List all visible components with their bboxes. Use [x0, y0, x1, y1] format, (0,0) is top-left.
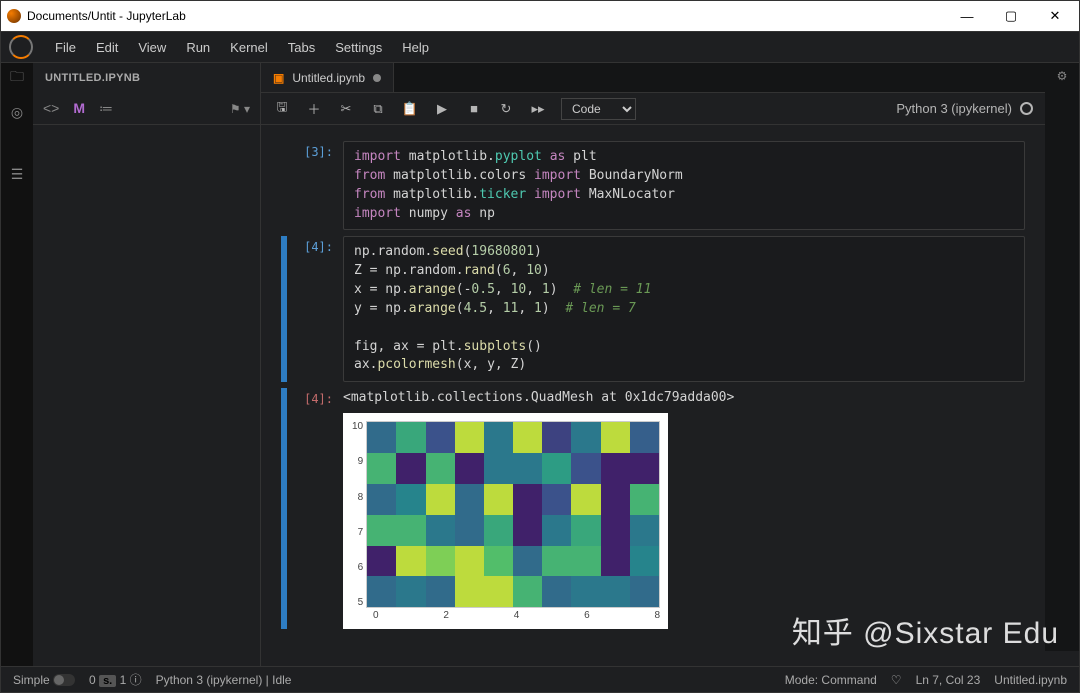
- plot-y-ticks: 1098765: [349, 421, 366, 608]
- menu-view[interactable]: View: [130, 36, 174, 59]
- property-inspector-icon[interactable]: ⚙: [1057, 69, 1068, 83]
- file-browser-panel: UNTITLED.IPYNB <> M ≔ ⚑ ▾: [33, 63, 261, 666]
- os-titlebar: Documents/Untit - JupyterLab — ▢ ✕: [1, 1, 1079, 31]
- copy-button[interactable]: ⧉: [369, 101, 387, 117]
- toc-icon[interactable]: ☰: [8, 165, 26, 183]
- status-mode: Mode: Command: [785, 673, 877, 687]
- output-text: <matplotlib.collections.QuadMesh at 0x1d…: [343, 388, 1025, 407]
- notebook-toolbar: 🖫 ＋ ✂ ⧉ 📋 ▶ ■ ↻ ▸▸ Code Pyth: [261, 93, 1045, 125]
- run-button[interactable]: ▶: [433, 101, 451, 117]
- dirty-indicator-icon: [373, 74, 381, 82]
- status-bar: Simple 0 s. 1 ⓘ Python 3 (ipykernel) | I…: [1, 666, 1079, 692]
- input-prompt: [4]:: [293, 236, 343, 382]
- kernel-name-label[interactable]: Python 3 (ipykernel): [896, 101, 1012, 116]
- window-title: Documents/Untit - JupyterLab: [27, 9, 186, 23]
- heatmap-plot: 1098765 02468: [343, 413, 668, 629]
- menu-file[interactable]: File: [47, 36, 84, 59]
- insert-cell-button[interactable]: ＋: [305, 99, 323, 118]
- output-prompt: [4]:: [293, 388, 343, 629]
- output-cell: [4]: <matplotlib.collections.QuadMesh at…: [281, 388, 1025, 629]
- code-cell[interactable]: [3]: import matplotlib.pyplot as plt fro…: [281, 141, 1025, 230]
- menu-help[interactable]: Help: [394, 36, 437, 59]
- menubar: File Edit View Run Kernel Tabs Settings …: [1, 31, 1079, 63]
- plot-heatmap-grid: [366, 421, 660, 608]
- status-kernel[interactable]: Python 3 (ipykernel) | Idle: [156, 673, 292, 687]
- kernel-status-icon[interactable]: [1020, 102, 1033, 115]
- cell-type-select[interactable]: Code: [561, 98, 636, 120]
- file-tab-label[interactable]: UNTITLED.IPYNB: [33, 63, 260, 93]
- jupyter-app-icon: [7, 9, 21, 23]
- trusted-icon[interactable]: ♡: [891, 673, 902, 687]
- tag-icon[interactable]: ⚑ ▾: [230, 102, 250, 116]
- jupyter-logo-icon: [9, 35, 33, 59]
- status-errors[interactable]: 0 s. 1 ⓘ: [89, 671, 142, 688]
- list-icon[interactable]: ≔: [99, 100, 113, 117]
- tab-untitled[interactable]: ▣ Untitled.ipynb: [261, 63, 394, 92]
- window-minimize-button[interactable]: —: [945, 2, 989, 30]
- menu-kernel[interactable]: Kernel: [222, 36, 276, 59]
- window-close-button[interactable]: ✕: [1033, 2, 1077, 30]
- menu-settings[interactable]: Settings: [327, 36, 390, 59]
- notebook-file-icon: ▣: [273, 71, 284, 85]
- code-editor[interactable]: np.random.seed(19680801) Z = np.random.r…: [354, 243, 1014, 375]
- tab-label: Untitled.ipynb: [292, 71, 365, 85]
- activity-bar: 🗀 ◎ ☰: [1, 63, 33, 666]
- status-filename[interactable]: Untitled.ipynb: [994, 673, 1067, 687]
- code-cell[interactable]: [4]: np.random.seed(19680801) Z = np.ran…: [281, 236, 1025, 382]
- code-icon[interactable]: <>: [43, 100, 59, 117]
- menu-edit[interactable]: Edit: [88, 36, 126, 59]
- window-maximize-button[interactable]: ▢: [989, 2, 1033, 30]
- cut-button[interactable]: ✂: [337, 101, 355, 117]
- input-prompt: [3]:: [293, 141, 343, 230]
- save-button[interactable]: 🖫: [273, 98, 291, 120]
- run-all-button[interactable]: ▸▸: [529, 101, 547, 117]
- running-icon[interactable]: ◎: [8, 103, 26, 121]
- code-editor[interactable]: import matplotlib.pyplot as plt from mat…: [354, 148, 1014, 223]
- stop-button[interactable]: ■: [465, 101, 483, 116]
- plot-x-ticks: 02468: [349, 608, 660, 621]
- folder-icon[interactable]: 🗀: [8, 69, 26, 87]
- menu-tabs[interactable]: Tabs: [280, 36, 323, 59]
- status-cursor: Ln 7, Col 23: [916, 673, 981, 687]
- markdown-icon[interactable]: M: [73, 100, 85, 117]
- notebook-body[interactable]: [3]: import matplotlib.pyplot as plt fro…: [261, 125, 1045, 651]
- right-sidebar: ⚙: [1045, 63, 1079, 651]
- restart-button[interactable]: ↻: [497, 101, 515, 117]
- menu-run[interactable]: Run: [178, 36, 218, 59]
- document-tabs: ▣ Untitled.ipynb: [261, 63, 1045, 93]
- paste-button[interactable]: 📋: [401, 101, 419, 117]
- simple-mode-toggle[interactable]: Simple: [13, 673, 75, 687]
